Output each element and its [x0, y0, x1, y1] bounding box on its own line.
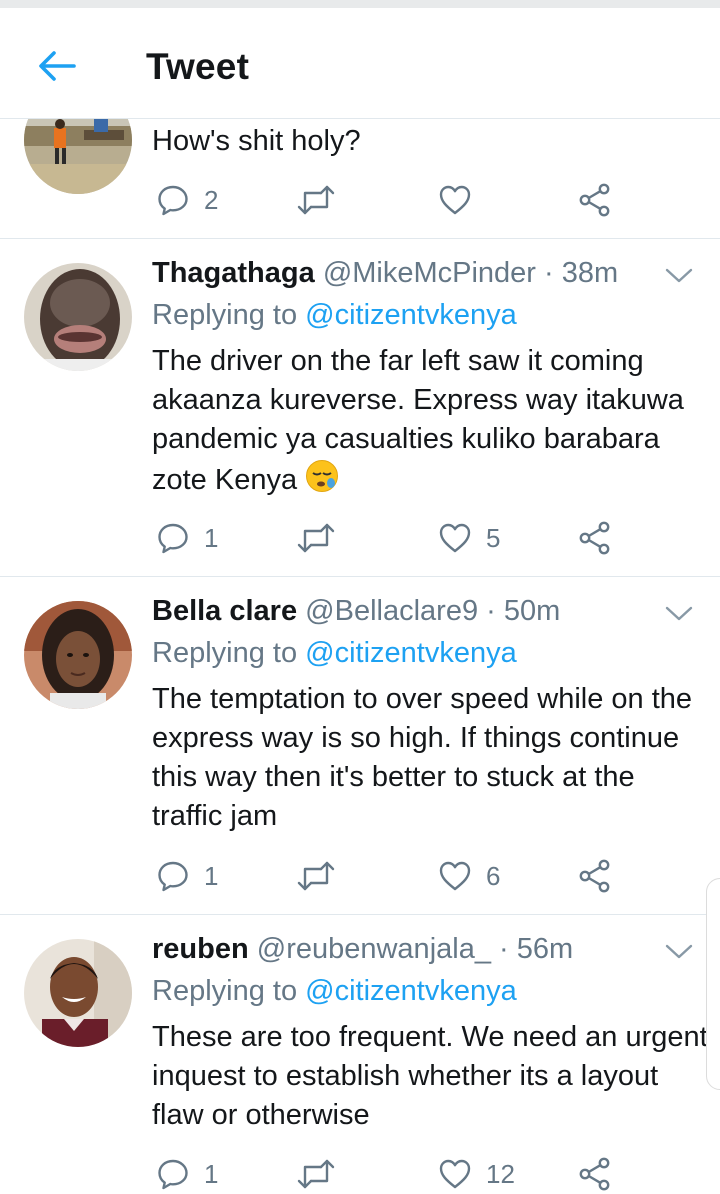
- tweet-time: · 56m: [499, 933, 574, 965]
- tweet-menu-button[interactable]: [662, 601, 696, 627]
- avatar[interactable]: [24, 939, 132, 1047]
- replying-to-label: Replying to: [152, 637, 298, 669]
- mention-link[interactable]: @citizentvkenya: [305, 299, 517, 331]
- heart-icon: [438, 521, 472, 555]
- replying-to: Replying to @citizentvkenya: [152, 975, 517, 1008]
- retweet-button[interactable]: [296, 856, 336, 896]
- tweet-text: The driver on the far left saw it coming…: [152, 345, 684, 496]
- author-name[interactable]: Bella clare: [152, 595, 297, 627]
- author-name[interactable]: Thagathaga: [152, 257, 315, 289]
- reply-button[interactable]: 1: [156, 856, 218, 896]
- like-button[interactable]: 6: [438, 856, 500, 896]
- tweet-menu-button[interactable]: [662, 263, 696, 289]
- floating-panel-edge[interactable]: [706, 878, 720, 1090]
- share-icon: [578, 521, 612, 555]
- share-button[interactable]: [578, 518, 612, 558]
- tweet-time: · 50m: [486, 595, 561, 627]
- top-app-bar: Tweet: [0, 8, 720, 119]
- tweet-menu-button[interactable]: [662, 939, 696, 965]
- share-icon: [578, 183, 612, 217]
- tweet-item[interactable]: Bella clare @Bellaclare9 · 50m Replying …: [0, 577, 720, 915]
- reply-button[interactable]: 1: [156, 1154, 218, 1194]
- like-button[interactable]: [438, 180, 472, 220]
- replying-to-label: Replying to: [152, 299, 298, 331]
- tweet-author-row: Bella clare @Bellaclare9 · 50m: [152, 595, 560, 635]
- tweet-actions: 2: [0, 180, 720, 220]
- like-button[interactable]: 12: [438, 1154, 515, 1194]
- reply-count: 1: [204, 860, 219, 891]
- mention-link[interactable]: @citizentvkenya: [305, 975, 517, 1007]
- tweet-item[interactable]: reuben @reubenwanjala_ · 56m Replying to…: [0, 915, 720, 1190]
- page-title: Tweet: [146, 46, 250, 87]
- tweet-item[interactable]: Thagathaga @MikeMcPinder · 38m Replying …: [0, 239, 720, 577]
- tweet-text: These are too frequent. We need an urgen…: [152, 1021, 708, 1131]
- tweet-actions: 1 5: [0, 518, 720, 558]
- heart-icon: [438, 1157, 472, 1191]
- status-bar-strip: [0, 0, 720, 8]
- replying-to: Replying to @citizentvkenya: [152, 637, 517, 670]
- reply-button[interactable]: 1: [156, 518, 218, 558]
- retweet-icon: [296, 183, 336, 217]
- retweet-icon: [296, 1157, 336, 1191]
- author-handle[interactable]: @MikeMcPinder: [323, 257, 536, 289]
- share-button[interactable]: [578, 1154, 612, 1194]
- reply-count: 1: [204, 1158, 219, 1189]
- tweet-text-block: The driver on the far left saw it coming…: [152, 342, 712, 504]
- arrow-left-icon: [39, 51, 76, 81]
- retweet-icon: [296, 859, 336, 893]
- replying-to-label: Replying to: [152, 975, 298, 1007]
- avatar[interactable]: [24, 263, 132, 371]
- like-count: 12: [486, 1158, 515, 1189]
- share-icon: [578, 1157, 612, 1191]
- retweet-button[interactable]: [296, 1154, 336, 1194]
- tweet-actions: 1 6: [0, 856, 720, 896]
- tweet-author-row: reuben @reubenwanjala_ · 56m: [152, 933, 573, 973]
- replying-to: Replying to @citizentvkenya: [152, 299, 517, 332]
- like-count: 5: [486, 522, 501, 553]
- heart-icon: [438, 859, 472, 893]
- author-name[interactable]: reuben: [152, 933, 249, 965]
- sleepy-face-emoji: [305, 459, 339, 504]
- reply-count: 1: [204, 522, 219, 553]
- chevron-down-icon: [662, 939, 696, 965]
- tweet-actions: 1 12: [0, 1154, 720, 1194]
- back-button[interactable]: [34, 48, 78, 84]
- reply-button[interactable]: 2: [156, 180, 218, 220]
- share-icon: [578, 859, 612, 893]
- reply-bubble-icon: [156, 859, 190, 893]
- reply-bubble-icon: [156, 521, 190, 555]
- avatar[interactable]: [24, 601, 132, 709]
- reply-bubble-icon: [156, 183, 190, 217]
- like-count: 6: [486, 860, 501, 891]
- retweet-button[interactable]: [296, 180, 336, 220]
- like-button[interactable]: 5: [438, 518, 500, 558]
- author-handle[interactable]: @Bellaclare9: [305, 595, 478, 627]
- tweet-item[interactable]: How's shit holy? 2: [0, 86, 720, 239]
- mention-link[interactable]: @citizentvkenya: [305, 637, 517, 669]
- retweet-icon: [296, 521, 336, 555]
- tweet-text: The temptation to over speed while on th…: [152, 683, 693, 832]
- share-button[interactable]: [578, 180, 612, 220]
- chevron-down-icon: [662, 263, 696, 289]
- reply-bubble-icon: [156, 1157, 190, 1191]
- retweet-button[interactable]: [296, 518, 336, 558]
- author-handle[interactable]: @reubenwanjala_: [257, 933, 491, 965]
- share-button[interactable]: [578, 856, 612, 896]
- heart-icon: [438, 183, 472, 217]
- chevron-down-icon: [662, 601, 696, 627]
- tweet-time: · 38m: [544, 257, 619, 289]
- tweet-author-row: Thagathaga @MikeMcPinder · 38m: [152, 257, 618, 297]
- tweet-text: How's shit holy?: [152, 125, 361, 157]
- reply-count: 2: [204, 184, 219, 215]
